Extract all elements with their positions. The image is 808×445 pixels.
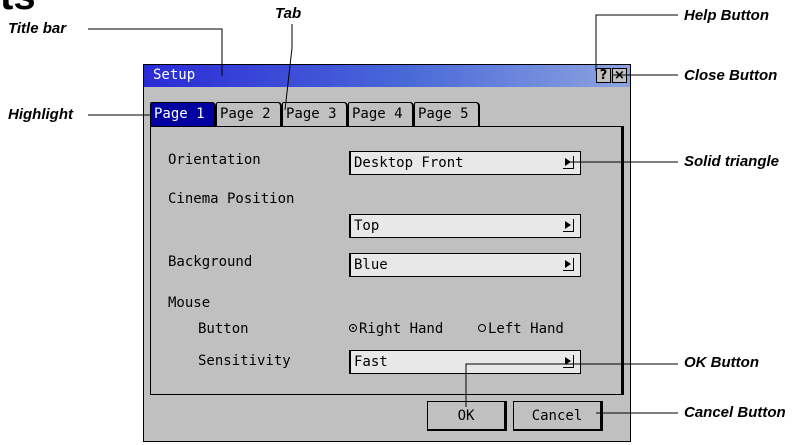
tab-leader [284, 24, 293, 111]
callout-lines [88, 14, 678, 414]
title-bar-leader [88, 28, 223, 76]
ok-button-leader [465, 363, 678, 407]
help-button-leader [595, 14, 678, 71]
